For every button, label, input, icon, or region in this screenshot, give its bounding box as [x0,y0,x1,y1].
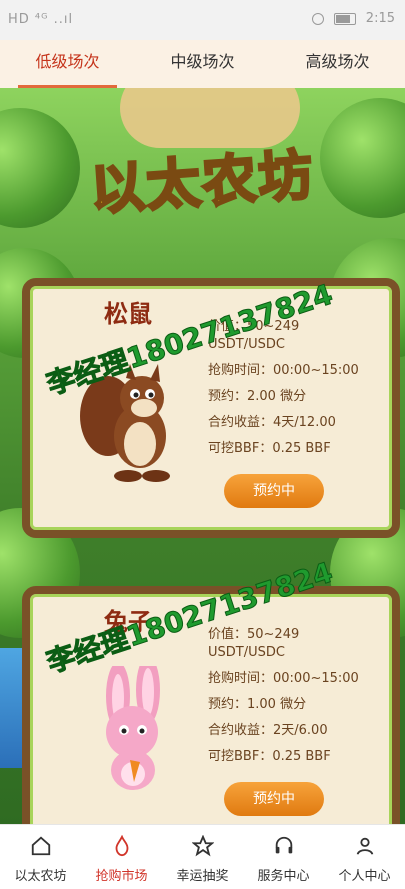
bottom-navigation: 以太农坊 抢购市场 幸运抽奖 服务中心 个人中心 [0,824,405,889]
product-contract-yield: 合约收益：4天/12.00 [208,415,336,430]
status-time: 2:15 [365,11,395,26]
product-purchase-time: 抢购时间：00:00~15:00 [208,671,359,686]
battery-icon [333,12,356,25]
nav-profile[interactable]: 个人中心 [324,825,405,889]
product-mineable: 可挖BBF：0.25 BBF [208,441,331,456]
star-icon [190,834,215,857]
nav-home[interactable]: 以太农坊 [0,825,81,889]
product-contract-yield: 合约收益：2天/6.00 [208,723,328,738]
tab-low[interactable]: 低级场次 [0,40,135,88]
logo-title: 以太农坊 [87,142,318,223]
product-price: 价值：50~249 USDT/USDC [208,627,300,660]
status-bar: HD ⁴ᴳ ..ıl 2:15 [0,0,405,40]
tree [0,108,80,228]
session-tabs: 低级场次 中级场次 高级场次 [0,40,405,88]
product-reserve: 预约：2.00 微分 [208,389,307,404]
home-icon [31,836,50,856]
product-reserve: 预约：1.00 微分 [208,697,307,712]
rabbit-illustration [106,666,160,790]
reserve-button[interactable]: 预约中 [224,474,324,508]
product-mineable: 可挖BBF：0.25 BBF [208,749,331,764]
headset-icon [275,836,292,854]
app-logo: 以太农坊 [72,138,332,228]
farm-background: 以太农坊 松鼠 价值：50~249 USDT/USDC 抢购时间：00:00~1… [0,88,405,824]
nav-market[interactable]: 抢购市场 [81,825,162,889]
signal-indicators: HD ⁴ᴳ ..ıl [8,12,74,27]
product-name: 松鼠 [104,300,152,328]
alarm-icon [311,12,324,25]
tab-mid[interactable]: 中级场次 [135,40,270,88]
user-icon [356,837,373,855]
flame-icon [115,834,128,857]
product-info: 价值：50~249 USDT/USDC 抢购时间：00:00~15:00 预约：… [208,626,359,774]
nav-lottery[interactable]: 幸运抽奖 [162,825,243,889]
product-purchase-time: 抢购时间：00:00~15:00 [208,363,359,378]
nav-service[interactable]: 服务中心 [243,825,324,889]
reserve-button[interactable]: 预约中 [224,782,324,816]
tab-high[interactable]: 高级场次 [270,40,405,88]
